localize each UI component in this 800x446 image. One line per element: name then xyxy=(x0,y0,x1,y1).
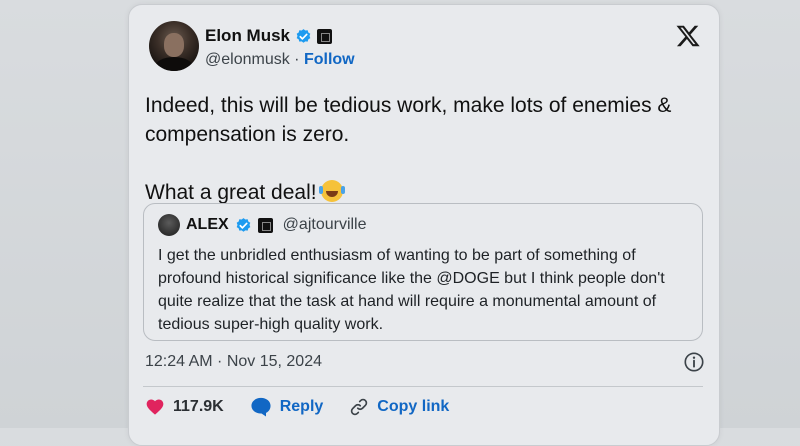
quoted-author-row: ALEX @ajtourville xyxy=(158,214,367,236)
author-avatar[interactable] xyxy=(149,21,199,71)
tweet-card: Elon Musk @elonmusk · Follow Indeed, thi… xyxy=(128,4,720,446)
copy-link-label: Copy link xyxy=(377,398,450,415)
heart-icon xyxy=(146,399,164,415)
author-name[interactable]: Elon Musk xyxy=(205,26,290,46)
face-with-tears-of-joy-icon xyxy=(318,180,343,202)
like-count: 117.9K xyxy=(173,398,224,415)
reply-button[interactable]: Reply xyxy=(250,397,324,417)
link-icon xyxy=(351,398,368,416)
quoted-tweet[interactable]: ALEX @ajtourville I get the unbridled en… xyxy=(143,203,703,341)
follow-button[interactable]: Follow xyxy=(304,51,355,68)
tweet-paragraph: What a great deal! xyxy=(145,181,317,204)
author-handle[interactable]: @elonmusk xyxy=(205,51,290,68)
copy-link-button[interactable]: Copy link xyxy=(349,397,449,417)
tweet-paragraph: Indeed, this will be tedious work, make … xyxy=(145,94,672,146)
quoted-author-avatar xyxy=(158,214,180,236)
author-handle-row: @elonmusk · Follow xyxy=(205,51,355,69)
reply-bubble-icon xyxy=(251,397,271,417)
like-button[interactable]: 117.9K xyxy=(145,397,224,417)
author-name-row: Elon Musk xyxy=(205,26,333,46)
tweet-body: Indeed, this will be tedious work, make … xyxy=(145,91,705,207)
quoted-author-handle: @ajtourville xyxy=(282,216,367,233)
affiliation-badge-icon xyxy=(317,28,333,44)
action-bar: 117.9K Reply Copy link xyxy=(145,397,475,417)
verified-badge-icon xyxy=(296,28,311,43)
affiliation-badge-icon xyxy=(257,217,273,233)
handle-separator: · xyxy=(294,51,300,68)
verified-badge-icon xyxy=(236,217,250,232)
divider xyxy=(143,386,703,387)
tweet-timestamp[interactable]: 12:24 AM · Nov 15, 2024 xyxy=(145,353,322,371)
quoted-tweet-text: I get the unbridled enthusiasm of wantin… xyxy=(158,247,665,333)
x-logo-icon[interactable] xyxy=(675,23,701,49)
info-icon[interactable] xyxy=(683,351,705,373)
quoted-author-name: ALEX xyxy=(186,216,229,233)
reply-label: Reply xyxy=(279,398,324,415)
